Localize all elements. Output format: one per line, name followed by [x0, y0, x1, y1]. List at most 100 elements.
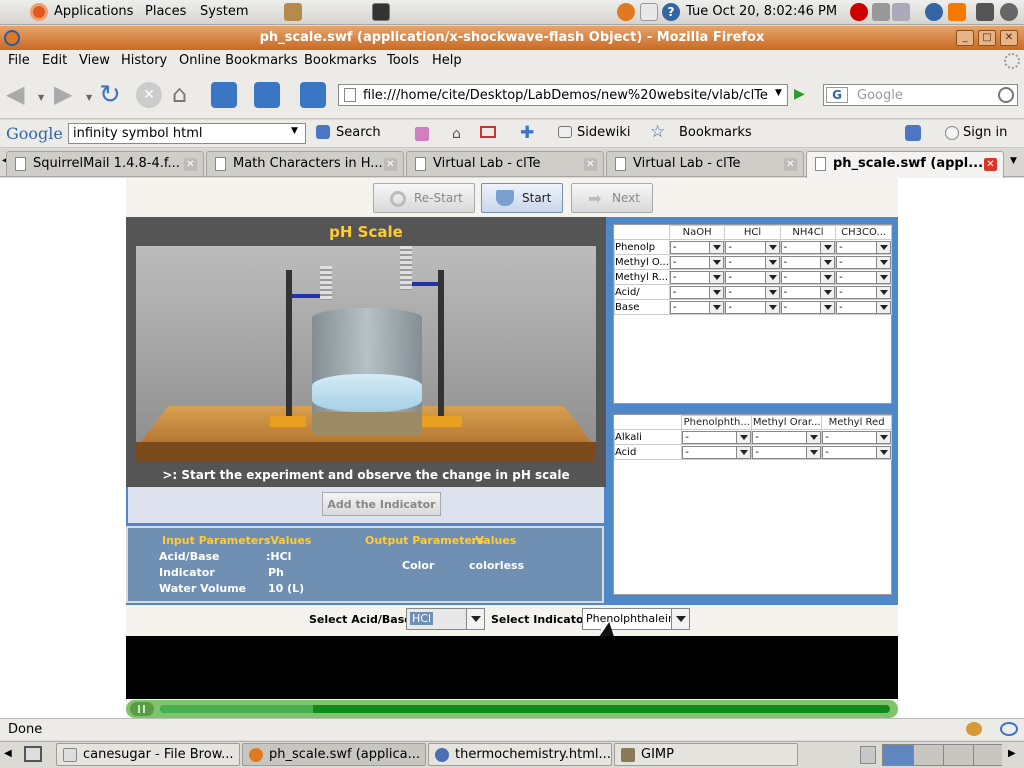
cell-dropdown[interactable]: -: [752, 445, 821, 459]
addon-icon-3[interactable]: [300, 82, 326, 108]
workspace-1[interactable]: [883, 745, 913, 765]
bank-icon[interactable]: ⌂: [452, 126, 461, 142]
workspace-2[interactable]: [913, 745, 943, 765]
tab-close-icon[interactable]: ✕: [984, 158, 997, 171]
system-menu[interactable]: System: [200, 4, 248, 19]
workspace-4[interactable]: [973, 745, 1002, 765]
tab-list-dropdown-icon[interactable]: ▼: [1010, 156, 1017, 166]
menu-bookmarks[interactable]: Bookmarks: [304, 53, 377, 68]
cell-dropdown[interactable]: -: [781, 300, 835, 314]
mail-icon[interactable]: [640, 3, 658, 21]
cell-dropdown[interactable]: -: [836, 300, 891, 314]
clock[interactable]: Tue Oct 20, 8:02:46 PM: [686, 4, 837, 19]
cell-dropdown[interactable]: -: [836, 240, 891, 254]
menu-history[interactable]: History: [121, 53, 167, 68]
sidewiki-button[interactable]: Sidewiki: [558, 124, 648, 144]
menu-edit[interactable]: Edit: [42, 53, 67, 68]
task-gimp[interactable]: GIMP: [614, 743, 798, 766]
volume-icon[interactable]: [872, 3, 890, 21]
forward-icon[interactable]: ▶: [54, 80, 84, 110]
applications-menu[interactable]: Applications: [54, 4, 133, 19]
menu-tools[interactable]: Tools: [387, 53, 419, 68]
back-icon[interactable]: ◀: [6, 80, 36, 110]
cell-dropdown[interactable]: -: [836, 255, 891, 269]
tab-squirrelmail[interactable]: SquirrelMail 1.4.8-4.f... ✕: [6, 151, 204, 176]
addon-status-icon[interactable]: [1000, 722, 1018, 736]
next-button[interactable]: ➡ Next: [571, 183, 653, 213]
search-icon[interactable]: [998, 87, 1014, 103]
task-file-browser[interactable]: canesugar - File Brow...: [56, 743, 240, 766]
cell-dropdown[interactable]: -: [725, 255, 780, 269]
cell-dropdown[interactable]: -: [836, 285, 891, 299]
signin-button[interactable]: Sign in: [945, 124, 1020, 144]
help-icon[interactable]: ?: [662, 3, 680, 21]
workspace-3[interactable]: [943, 745, 973, 765]
indicator-select[interactable]: Phenolphthalein: [582, 608, 690, 630]
cell-dropdown[interactable]: -: [670, 285, 724, 299]
google-query-input[interactable]: infinity symbol html ▼: [68, 123, 306, 144]
pause-icon[interactable]: [130, 702, 154, 716]
plus-icon[interactable]: ✚: [520, 123, 534, 143]
stop-icon[interactable]: ✕: [136, 82, 162, 108]
start-button[interactable]: Start: [481, 183, 563, 213]
terminal-icon[interactable]: [372, 3, 390, 21]
cell-dropdown[interactable]: -: [781, 255, 835, 269]
back-history-dropdown-icon[interactable]: ▼: [38, 93, 44, 102]
forward-history-dropdown-icon[interactable]: ▼: [86, 93, 92, 102]
cell-dropdown[interactable]: -: [670, 240, 724, 254]
cell-dropdown[interactable]: -: [781, 240, 835, 254]
launcher-icon[interactable]: [284, 3, 302, 21]
tab-virtual-lab-2[interactable]: Virtual Lab - clTe ✕: [606, 151, 804, 176]
reload-icon[interactable]: ↻: [99, 80, 129, 110]
workspace-switcher[interactable]: [882, 744, 1002, 766]
bookmarks-button[interactable]: ☆ Bookmarks: [650, 122, 770, 144]
go-button[interactable]: ▶: [794, 86, 810, 102]
add-indicator-button[interactable]: Add the Indicator: [322, 492, 441, 516]
menu-view[interactable]: View: [79, 53, 110, 68]
task-thermochemistry[interactable]: thermochemistry.html...: [428, 743, 612, 766]
cell-dropdown[interactable]: -: [725, 285, 780, 299]
close-window-button[interactable]: ✕: [1000, 30, 1018, 46]
cell-dropdown[interactable]: -: [836, 270, 891, 284]
tab-virtual-lab-1[interactable]: Virtual Lab - clTe ✕: [406, 151, 604, 176]
menu-help[interactable]: Help: [432, 53, 462, 68]
acid-base-select[interactable]: HCl: [406, 608, 485, 630]
cell-dropdown[interactable]: -: [670, 255, 724, 269]
cell-dropdown[interactable]: -: [725, 240, 780, 254]
addon-icon-2[interactable]: [254, 82, 280, 108]
power-icon[interactable]: [850, 3, 868, 21]
search-button[interactable]: Search: [316, 124, 396, 144]
cell-dropdown[interactable]: -: [725, 300, 780, 314]
cell-dropdown[interactable]: -: [682, 430, 751, 444]
playback-progress-bar[interactable]: [126, 700, 898, 718]
network-icon[interactable]: [892, 3, 910, 21]
cell-dropdown[interactable]: -: [670, 300, 724, 314]
cell-dropdown[interactable]: -: [781, 270, 835, 284]
task-firefox[interactable]: ph_scale.swf (applica...: [242, 743, 426, 766]
taskbar-scroll-right-icon[interactable]: ▶: [1008, 748, 1016, 759]
home-icon[interactable]: ⌂: [172, 80, 202, 110]
bluetooth-icon[interactable]: [925, 3, 943, 21]
cell-dropdown[interactable]: -: [682, 445, 751, 459]
tab-close-icon[interactable]: ✕: [584, 158, 597, 171]
wrench-icon[interactable]: [905, 125, 921, 141]
url-history-dropdown-icon[interactable]: ▼: [775, 88, 782, 98]
url-bar[interactable]: file:///home/cite/Desktop/LabDemos/new%2…: [338, 84, 788, 106]
monitor-icon[interactable]: [976, 3, 994, 21]
cell-dropdown[interactable]: -: [670, 270, 724, 284]
cell-dropdown[interactable]: -: [781, 285, 835, 299]
trash-icon[interactable]: [860, 746, 876, 764]
cell-dropdown[interactable]: -: [752, 430, 821, 444]
gmail-icon[interactable]: [480, 126, 496, 138]
addon-icon-1[interactable]: [211, 82, 237, 108]
places-menu[interactable]: Places: [145, 4, 186, 19]
maximize-button[interactable]: □: [978, 30, 996, 46]
shutdown-icon[interactable]: [1000, 3, 1018, 21]
google-engine-icon[interactable]: G: [826, 87, 848, 103]
cell-dropdown[interactable]: -: [822, 445, 891, 459]
taskbar-scroll-left-icon[interactable]: ◀: [4, 748, 12, 759]
firefox-icon[interactable]: [617, 3, 635, 21]
restart-button[interactable]: Re-Start: [373, 183, 475, 213]
cell-dropdown[interactable]: -: [822, 430, 891, 444]
tab-close-icon[interactable]: ✕: [784, 158, 797, 171]
